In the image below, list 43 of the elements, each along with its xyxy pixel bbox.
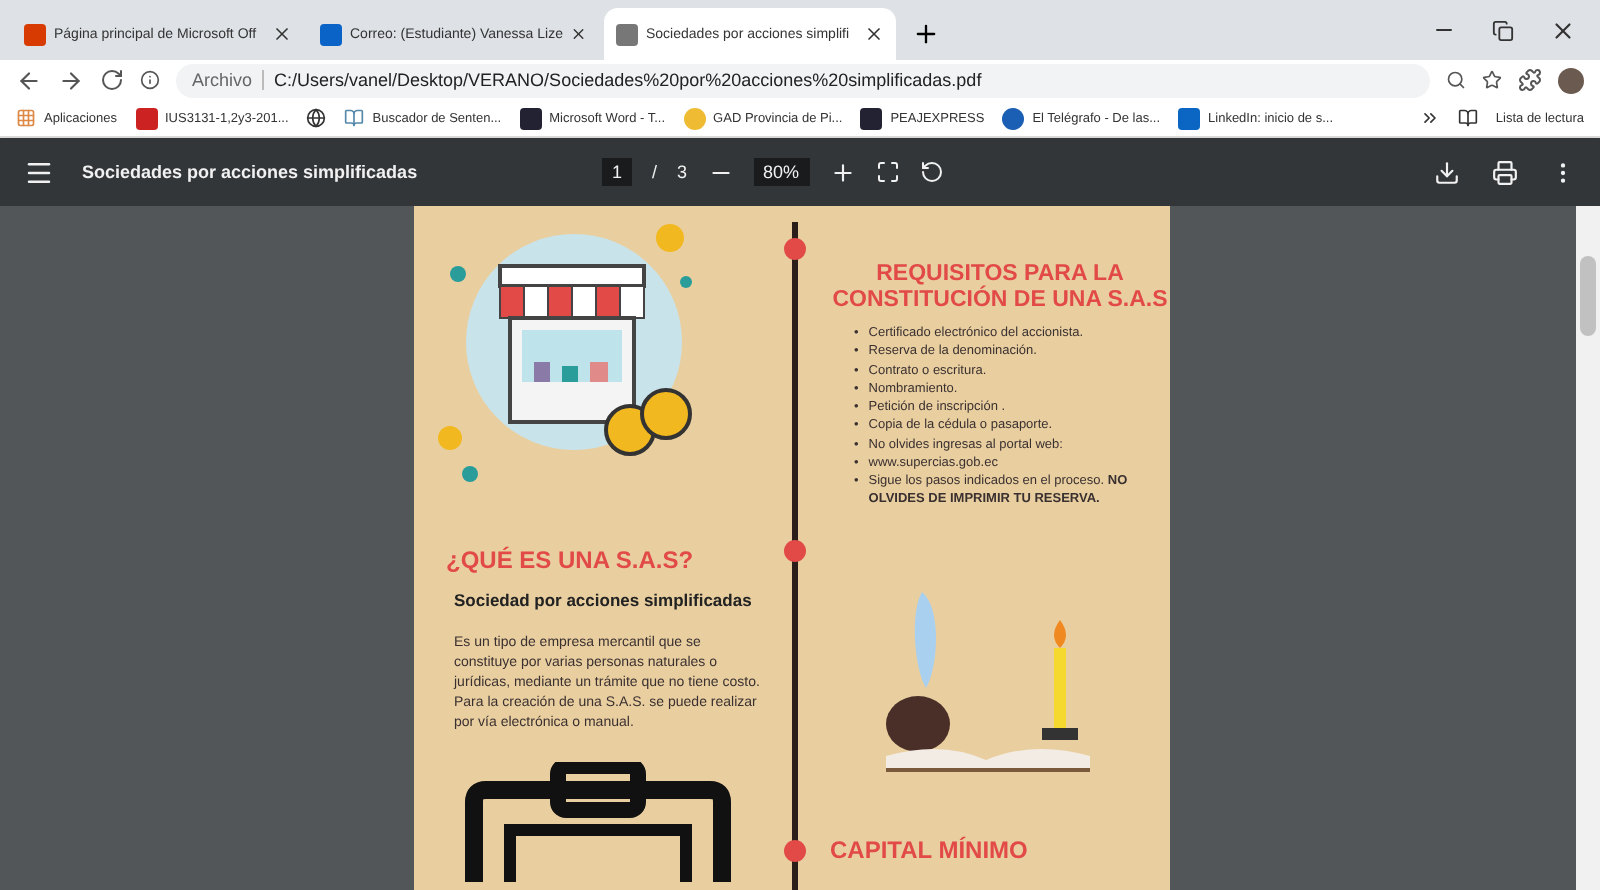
tab-favicon-icon [616, 23, 638, 45]
zoom-in-icon[interactable] [829, 159, 856, 185]
tab-favicon-icon [24, 23, 46, 45]
timeline-dot [783, 840, 805, 862]
reading-list-icon [1457, 108, 1478, 128]
page-separator: / [652, 162, 658, 182]
apps-grid-icon [16, 108, 36, 128]
address-field[interactable]: Archivo C:/Users/vanel/Desktop/VERANO/Sociedades%20por%20acciones%20simplificadas.pdf [176, 63, 1430, 97]
close-icon[interactable] [1550, 17, 1576, 43]
close-icon[interactable] [272, 24, 292, 44]
tab-favicon-icon [320, 23, 342, 45]
restore-icon[interactable] [1492, 19, 1514, 41]
avatar-icon[interactable] [1558, 67, 1584, 93]
rotate-icon[interactable] [919, 160, 944, 184]
forward-icon[interactable] [58, 67, 84, 93]
info-icon[interactable] [140, 70, 160, 90]
page-number-field[interactable]: 1 [602, 158, 633, 186]
extensions-icon[interactable] [1518, 68, 1542, 92]
fit-page-icon[interactable] [875, 160, 900, 184]
bookmark-link[interactable] [306, 108, 327, 128]
section-heading: CAPITAL MÍNIMO [830, 838, 1030, 865]
close-icon[interactable] [864, 24, 884, 44]
section-heading: REQUISITOS PARA LA CONSTITUCIÓN DE UNA S.A.S [830, 262, 1170, 313]
print-icon[interactable] [1492, 159, 1518, 185]
download-icon[interactable] [1434, 159, 1460, 185]
zoom-field[interactable]: 80% [753, 158, 810, 186]
book-icon [344, 108, 365, 128]
globe-icon [306, 108, 327, 128]
search-icon[interactable] [1446, 70, 1466, 90]
new-tab-icon[interactable] [912, 20, 940, 48]
document-title: Sociedades por acciones simplificadas [82, 162, 420, 182]
section-subtitle: Sociedad por acciones simplificadas [454, 590, 754, 611]
close-icon[interactable] [570, 24, 588, 44]
reload-icon[interactable] [100, 68, 124, 92]
more-bookmarks-icon[interactable] [1419, 108, 1440, 128]
menu-icon[interactable] [24, 157, 54, 187]
star-icon[interactable] [1482, 70, 1502, 90]
timeline-dot [783, 540, 805, 562]
scrollbar-thumb[interactable] [1580, 256, 1596, 336]
timeline-dot [783, 238, 805, 260]
section-heading: ¿QUÉ ES UNA S.A.S? [446, 548, 696, 575]
page-count: 3 [677, 162, 688, 182]
back-icon[interactable] [16, 67, 42, 93]
